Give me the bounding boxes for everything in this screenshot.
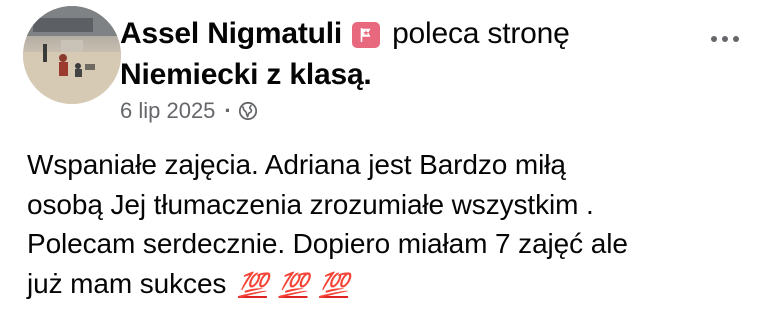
avatar-photo bbox=[23, 6, 121, 104]
star-flag-icon bbox=[352, 22, 381, 48]
post-body: Wspaniałe zajęcia. Adriana jest Bardzo m… bbox=[27, 145, 757, 303]
post-body-line: Wspaniałe zajęcia. Adriana jest Bardzo m… bbox=[27, 149, 566, 180]
post-body-line: Polecam serdecznie. Dopiero miałam 7 zaj… bbox=[27, 228, 628, 259]
globe-icon[interactable] bbox=[238, 101, 258, 121]
hundred-points-emoji: 💯 bbox=[278, 271, 309, 299]
author-name[interactable]: Assel Nigmatuli bbox=[120, 17, 342, 51]
more-options-icon-dot bbox=[733, 36, 739, 42]
post-body-text: już mam sukces bbox=[27, 267, 227, 299]
post-meta: 6 lip 2025 · bbox=[120, 94, 258, 128]
recommend-action-text: poleca stronę bbox=[392, 17, 570, 50]
post-header: Assel Nigmatuli poleca stronę bbox=[120, 12, 570, 56]
post-body-line-last: już mam sukces 💯 💯 💯 bbox=[27, 264, 757, 304]
hundred-points-emoji: 💯 bbox=[238, 271, 268, 299]
meta-separator: · bbox=[224, 98, 232, 123]
more-options-button[interactable] bbox=[700, 24, 750, 54]
recommended-page-name[interactable]: Niemiecki z klasą. bbox=[120, 54, 372, 96]
more-options-icon bbox=[711, 36, 717, 42]
post-date[interactable]: 6 lip 2025 bbox=[120, 98, 215, 124]
hundred-points-emoji: 💯 bbox=[319, 271, 349, 299]
more-options-icon-dot bbox=[722, 36, 728, 42]
post-body-line: osobą Jej tłumaczenia zrozumiałe wszystk… bbox=[27, 188, 594, 220]
avatar[interactable] bbox=[23, 6, 121, 104]
